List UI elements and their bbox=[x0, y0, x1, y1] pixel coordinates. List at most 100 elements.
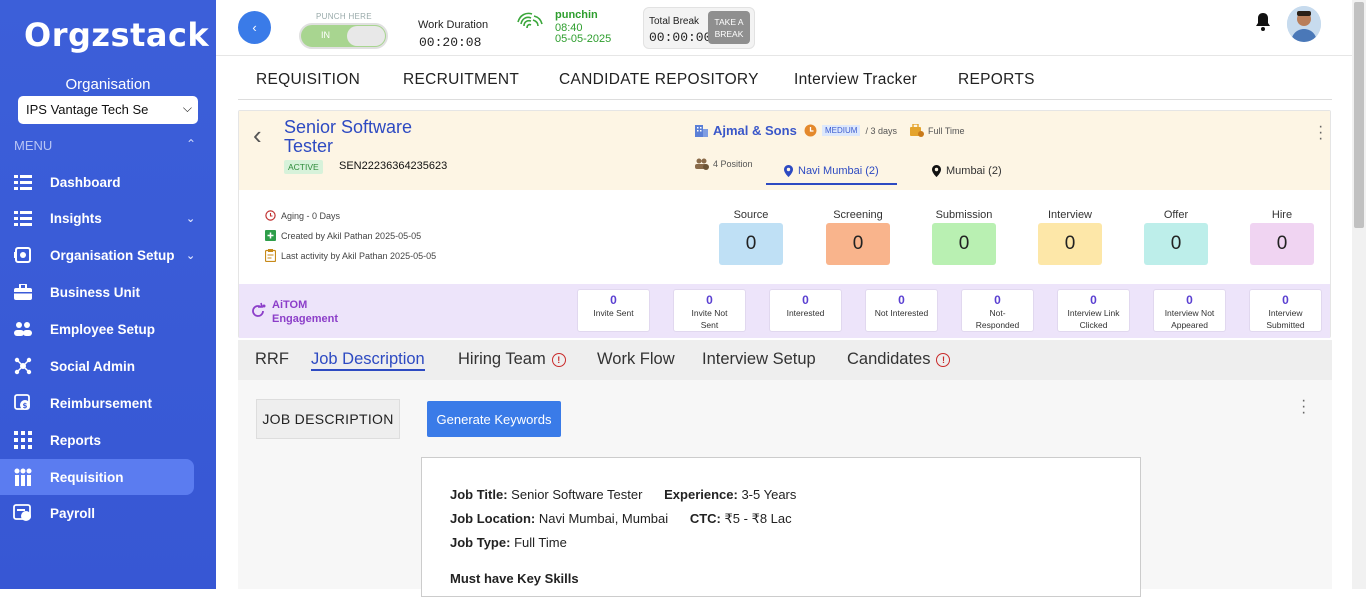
take-break-line1: TAKE A bbox=[714, 17, 744, 27]
chevron-down-icon: ⌄ bbox=[186, 212, 196, 225]
metric-not-responded[interactable]: 0 Not- Responded bbox=[961, 289, 1034, 332]
positions-label: 4 Position bbox=[713, 159, 753, 169]
stage-screening[interactable]: Screening 0 bbox=[826, 209, 890, 265]
requisition-icon bbox=[13, 467, 33, 487]
location-tab-navi-mumbai[interactable]: Navi Mumbai (2) bbox=[766, 165, 897, 185]
collapse-sidebar-button[interactable]: ‹ bbox=[238, 11, 271, 44]
stage-interview[interactable]: Interview 0 bbox=[1038, 209, 1102, 265]
sidebar-item-social-admin[interactable]: Social Admin bbox=[0, 348, 194, 384]
take-break-button[interactable]: TAKE A BREAK bbox=[708, 11, 750, 44]
job-subtabs: RRF Job Description Hiring Team! Work Fl… bbox=[238, 340, 1332, 380]
metric-interview-submitted[interactable]: 0 Interview Submitted bbox=[1249, 289, 1322, 332]
avatar[interactable] bbox=[1287, 6, 1321, 42]
building-icon bbox=[695, 125, 708, 137]
nav-candidate-repository[interactable]: CANDIDATE REPOSITORY bbox=[559, 71, 759, 89]
jd-ctc-value: ₹5 - ₹8 Lac bbox=[724, 511, 792, 526]
metric-invite-sent[interactable]: 0 Invite Sent bbox=[577, 289, 650, 332]
social-admin-icon bbox=[13, 356, 33, 376]
aitom-title-line1: AiTOM bbox=[272, 299, 308, 311]
sidebar-item-organisation-setup[interactable]: Organisation Setup ⌄ bbox=[0, 237, 196, 273]
metric-interview-not-appeared[interactable]: 0 Interview Not Appeared bbox=[1153, 289, 1226, 332]
work-duration-value: 00:20:08 bbox=[419, 35, 482, 50]
punch-toggle[interactable]: IN bbox=[299, 23, 388, 49]
stage-offer[interactable]: Offer 0 bbox=[1144, 209, 1208, 265]
scrollbar-thumb[interactable] bbox=[1354, 2, 1364, 228]
alert-icon: ! bbox=[551, 352, 566, 367]
menu-collapse-icon[interactable]: ⌃ bbox=[186, 137, 196, 151]
jd-title-value: Senior Software Tester bbox=[511, 487, 643, 502]
bell-icon[interactable] bbox=[1255, 12, 1271, 37]
sidebar-item-payroll[interactable]: Payroll bbox=[0, 495, 194, 531]
client-name[interactable]: Ajmal & Sons bbox=[695, 123, 797, 138]
sidebar-item-business-unit[interactable]: Business Unit bbox=[0, 274, 194, 310]
people-add-icon bbox=[695, 158, 709, 170]
metric-label: Not Interested bbox=[874, 308, 929, 318]
aitom-engagement: AiTOM Engagement 0 Invite Sent 0 Invite … bbox=[239, 284, 1330, 338]
job-description-button[interactable]: JOB DESCRIPTION bbox=[256, 399, 400, 439]
created-text: Created by Akil Pathan 2025-05-05 bbox=[281, 230, 422, 241]
aging-clock-icon bbox=[265, 210, 276, 221]
punch-here-label: PUNCH HERE bbox=[316, 12, 372, 21]
metric-interested[interactable]: 0 Interested bbox=[769, 289, 842, 332]
toggle-knob bbox=[347, 26, 385, 46]
work-duration-label: Work Duration bbox=[418, 19, 489, 31]
metric-value: 0 bbox=[706, 293, 713, 307]
metric-value: 0 bbox=[1186, 293, 1193, 307]
stage-hire[interactable]: Hire 0 bbox=[1250, 209, 1314, 265]
stage-submission[interactable]: Submission 0 bbox=[932, 209, 996, 265]
metric-invite-not-sent[interactable]: 0 Invite Not Sent bbox=[673, 289, 746, 332]
stage-label: Source bbox=[733, 209, 769, 221]
jd-type-label: Job Type: bbox=[450, 535, 511, 550]
nav-interview-tracker[interactable]: Interview Tracker bbox=[794, 71, 917, 89]
punchin-date: 05-05-2025 bbox=[555, 33, 612, 45]
back-icon[interactable]: ‹ bbox=[253, 120, 262, 151]
tab-interview-setup[interactable]: Interview Setup bbox=[702, 350, 816, 369]
tab-candidates[interactable]: Candidates! bbox=[847, 350, 951, 369]
tab-label: Candidates bbox=[847, 350, 931, 368]
more-options-icon[interactable]: · · · bbox=[1301, 393, 1306, 421]
sidebar-item-label: Business Unit bbox=[50, 284, 141, 300]
last-activity-text: Last activity by Akil Pathan 2025-05-05 bbox=[281, 250, 437, 261]
more-options-icon[interactable]: · · · bbox=[1318, 119, 1323, 147]
generate-keywords-button[interactable]: Generate Keywords bbox=[427, 401, 561, 437]
sidebar: Orgzstack Organisation IPS Vantage Tech … bbox=[0, 0, 216, 589]
menu-label: MENU bbox=[14, 138, 53, 153]
location-pin-icon bbox=[784, 165, 793, 177]
job-type: Full Time bbox=[910, 124, 965, 137]
stage-source[interactable]: Source 0 bbox=[719, 209, 783, 265]
job-title: Senior Software Tester bbox=[284, 117, 413, 156]
tab-hiring-team[interactable]: Hiring Team! bbox=[458, 350, 566, 369]
tab-rrf[interactable]: RRF bbox=[255, 350, 289, 369]
jd-location-row: Job Location: Navi Mumbai, Mumbai CTC: ₹… bbox=[450, 511, 792, 527]
tab-work-flow[interactable]: Work Flow bbox=[597, 350, 675, 369]
sidebar-item-dashboard[interactable]: Dashboard bbox=[0, 164, 194, 200]
positions: 4 Position bbox=[695, 158, 753, 170]
tab-job-description[interactable]: Job Description bbox=[311, 350, 425, 371]
organisation-select[interactable]: IPS Vantage Tech Se ⌵ bbox=[18, 96, 198, 124]
chevron-down-icon: ⌄ bbox=[186, 249, 196, 262]
sidebar-item-reports[interactable]: Reports bbox=[0, 422, 194, 458]
metric-interview-link-clicked[interactable]: 0 Interview Link Clicked bbox=[1057, 289, 1130, 332]
sidebar-item-requisition[interactable]: Requisition bbox=[0, 459, 194, 495]
metric-not-interested[interactable]: 0 Not Interested bbox=[865, 289, 938, 332]
nav-recruitment[interactable]: RECRUITMENT bbox=[403, 71, 519, 89]
nav-requisition[interactable]: REQUISITION bbox=[256, 71, 360, 89]
total-break-panel: Total Break 00:00:00 TAKE A BREAK bbox=[643, 7, 755, 49]
sidebar-item-reimbursement[interactable]: $ Reimbursement bbox=[0, 385, 194, 421]
location-label: Navi Mumbai (2) bbox=[798, 165, 879, 177]
users-icon bbox=[13, 319, 33, 339]
app-logo[interactable]: Orgzstack bbox=[24, 16, 209, 54]
plus-square-icon bbox=[265, 230, 276, 241]
location-tab-mumbai[interactable]: Mumbai (2) bbox=[932, 165, 1002, 177]
payroll-icon bbox=[13, 503, 33, 523]
metric-label: Interview Not bbox=[1164, 308, 1215, 318]
sidebar-item-insights[interactable]: Insights ⌄ bbox=[0, 200, 196, 236]
stage-count: 0 bbox=[932, 223, 996, 265]
sidebar-item-employee-setup[interactable]: Employee Setup bbox=[0, 311, 194, 347]
last-activity-row: Last activity by Akil Pathan 2025-05-05 bbox=[265, 249, 436, 262]
briefcase-clock-icon bbox=[910, 124, 924, 137]
nav-reports[interactable]: REPORTS bbox=[958, 71, 1035, 89]
punch-toggle-label: IN bbox=[321, 30, 330, 40]
metric-label: Not- bbox=[989, 308, 1006, 318]
stage-label: Hire bbox=[1271, 209, 1293, 221]
